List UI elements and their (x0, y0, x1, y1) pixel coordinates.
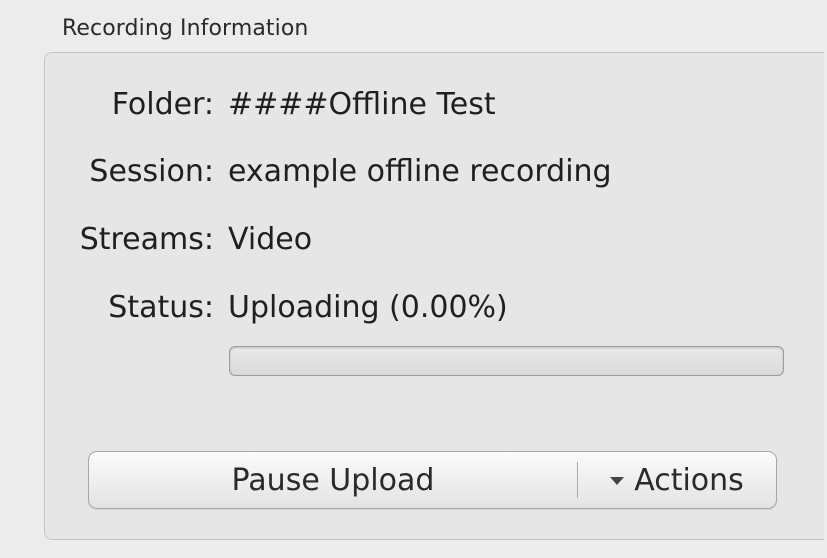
actions-menu-button[interactable]: Actions (578, 452, 776, 508)
session-value: example offline recording (228, 154, 612, 189)
group-title: Recording Information (62, 16, 309, 41)
upload-controls-segmented-button: Pause Upload Actions (88, 451, 777, 509)
streams-value: Video (228, 222, 313, 257)
folder-value: ####Offline Test (228, 87, 496, 122)
pause-upload-button[interactable]: Pause Upload (89, 452, 577, 508)
chevron-down-icon (610, 477, 625, 485)
status-label: Status: (108, 290, 214, 325)
upload-progress-bar (229, 346, 784, 376)
actions-label: Actions (634, 462, 744, 498)
session-label: Session: (89, 154, 214, 189)
streams-label: Streams: (79, 222, 214, 257)
status-value: Uploading (0.00%) (228, 290, 508, 325)
folder-label: Folder: (111, 87, 214, 122)
